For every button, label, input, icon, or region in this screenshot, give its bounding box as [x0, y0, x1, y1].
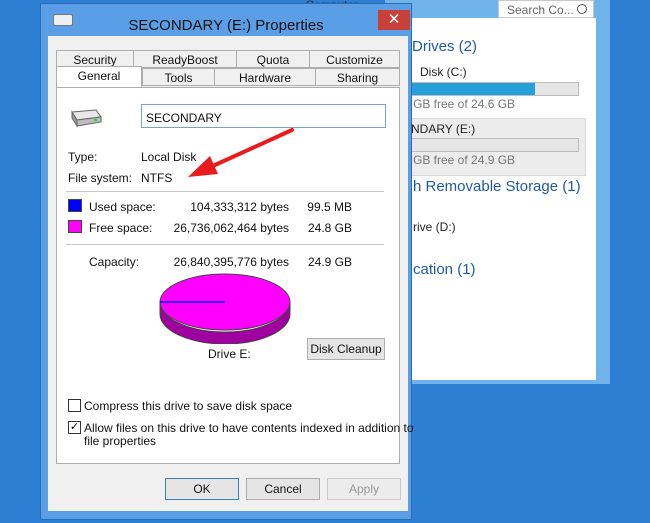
tab-readyboost[interactable]: ReadyBoost [133, 50, 237, 68]
arrow-shaft [202, 128, 294, 172]
file-system-value: NTFS [141, 171, 173, 185]
explorer-search-input[interactable]: Search Co... [498, 0, 594, 18]
index-label-line2[interactable]: file properties [84, 434, 156, 448]
cancel-button[interactable]: Cancel [246, 478, 320, 500]
disk-cleanup-button[interactable]: Disk Cleanup [307, 338, 385, 360]
used-space-bytes: 104,333,312 bytes [190, 200, 289, 214]
divider [66, 191, 384, 192]
tab-tools[interactable]: Tools [142, 68, 215, 86]
explorer-drive-d-name[interactable]: rive (D:) [413, 220, 456, 234]
index-label-line1[interactable]: Allow files on this drive to have conten… [84, 421, 414, 435]
type-label: Type: [68, 150, 98, 164]
tab-customize[interactable]: Customize [309, 50, 400, 68]
capacity-bytes: 26,840,395,776 bytes [173, 255, 289, 269]
explorer-drive-e-name[interactable]: NDARY (E:) [411, 122, 475, 136]
index-checkbox[interactable]: ✓ [68, 421, 81, 434]
used-space-size: 99.5 MB [307, 200, 352, 214]
tab-general[interactable]: General [56, 66, 142, 87]
hard-drive-icon [71, 109, 102, 128]
capacity-label: Capacity: [89, 255, 140, 269]
apply-button[interactable]: Apply [327, 478, 401, 500]
explorer-drive-e-free: GB free of 24.9 GB [413, 153, 516, 167]
explorer-search-placeholder: Search Co... [507, 3, 574, 17]
explorer-drive-c-name[interactable]: Disk (C:) [420, 65, 467, 79]
divider [66, 244, 384, 245]
annotation-arrow-icon [188, 128, 294, 177]
file-system-label: File system: [68, 171, 133, 185]
tab-sharing[interactable]: Sharing [315, 68, 400, 86]
ok-button[interactable]: OK [165, 478, 239, 500]
explorer-group-drives[interactable]: Drives (2) [412, 38, 477, 55]
compress-label[interactable]: Compress this drive to save disk space [84, 399, 292, 413]
used-space-swatch [68, 199, 82, 212]
explorer-drive-c-usage-bar [410, 82, 579, 96]
arrow-head [188, 156, 218, 177]
dialog-title: SECONDARY (E:) Properties [128, 17, 324, 34]
free-space-swatch [68, 220, 82, 233]
used-space-label: Used space: [89, 200, 156, 214]
explorer-drive-e-usage-bar [410, 138, 579, 152]
close-button[interactable]: ✕ [378, 10, 410, 30]
capacity-size: 24.9 GB [307, 255, 352, 269]
explorer-drive-c-free: GB free of 24.6 GB [413, 97, 516, 111]
search-icon[interactable] [577, 4, 587, 14]
compress-checkbox[interactable] [68, 399, 81, 412]
free-space-size: 24.8 GB [307, 221, 352, 235]
tab-quota[interactable]: Quota [236, 50, 310, 68]
tab-hardware[interactable]: Hardware [214, 68, 316, 86]
free-space-bytes: 26,736,062,464 bytes [173, 221, 289, 235]
free-space-label: Free space: [89, 221, 153, 235]
explorer-group-removable[interactable]: h Removable Storage (1) [413, 178, 581, 195]
explorer-drive-c-usage-fill [411, 83, 535, 95]
disk-usage-pie-chart [159, 273, 291, 344]
drive-caption: Drive E: [208, 347, 251, 361]
explorer-group-location[interactable]: cation (1) [413, 261, 476, 278]
